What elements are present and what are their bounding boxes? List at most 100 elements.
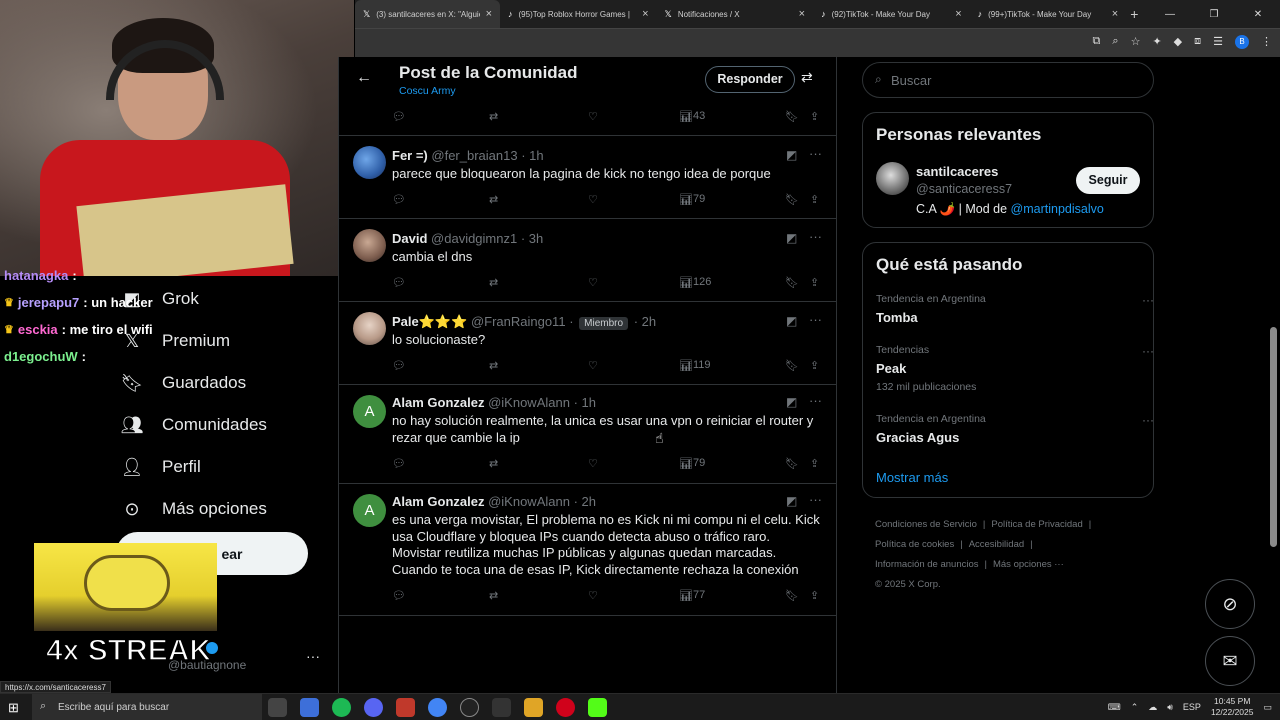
footer-link[interactable]: Política de cookies	[875, 539, 954, 550]
extensions-puzzle-icon[interactable]: ⧈	[1194, 35, 1201, 49]
views-count[interactable]: 📊︎ 79	[679, 193, 705, 206]
opera-icon[interactable]	[556, 698, 575, 717]
notifications-icon[interactable]: ▭	[1263, 702, 1272, 713]
close-tab-icon[interactable]: ×	[486, 8, 492, 20]
tab-tiktok-92[interactable]: ♪ (92)TikTok - Make Your Day ×	[813, 0, 970, 28]
more-icon[interactable]: ···	[1142, 413, 1154, 427]
post[interactable]: David @davidgimnz1 · 3h ◩ ··· cambia el …	[339, 219, 836, 302]
grok-fab-icon[interactable]: ⊘	[1205, 579, 1255, 629]
filter-icon[interactable]: ⇄	[801, 69, 813, 86]
taskbar-search[interactable]: ⌕ Escribe aquí para buscar	[32, 694, 262, 720]
task-view-icon[interactable]	[268, 698, 287, 717]
post-author[interactable]: Pale⭐⭐⭐ @FranRaingo11 · Miembro · 2h	[392, 314, 656, 330]
tab-tiktok-99[interactable]: ♪ (99+)TikTok - Make Your Day ×	[970, 0, 1127, 28]
post-author[interactable]: Alam Gonzalez @iKnowAlann · 2h	[392, 494, 596, 509]
post-author[interactable]: David @davidgimnz1 · 3h	[392, 231, 543, 246]
new-tab-button[interactable]: +	[1130, 6, 1148, 22]
tab-notificaciones[interactable]: 𝕏 Notificaciones / X ×	[657, 0, 814, 28]
more-icon[interactable]: ···	[1142, 293, 1154, 307]
kick-icon[interactable]	[588, 698, 607, 717]
repost-icon[interactable]: ⇄	[489, 276, 498, 289]
close-tab-icon[interactable]: ×	[642, 8, 648, 20]
extension-icon[interactable]: ✦	[1152, 35, 1161, 49]
bio-mention-link[interactable]: @martinpdisalvo	[1011, 202, 1104, 216]
more-icon[interactable]: ···	[809, 146, 822, 161]
trend-item[interactable]: Tendencia en Argentina Gracias Agus ···	[876, 413, 1154, 445]
grok-icon[interactable]: ◩	[786, 395, 797, 409]
star-icon[interactable]: ☆	[1131, 35, 1141, 49]
spotify-icon[interactable]	[332, 698, 351, 717]
bookmark-icon[interactable]: 🔖︎	[785, 276, 799, 289]
file-explorer-icon[interactable]	[524, 698, 543, 717]
roblox-icon[interactable]	[492, 698, 511, 717]
nav-perfil[interactable]: 👤︎ Perfil	[120, 446, 340, 488]
reply-icon[interactable]: 💬︎	[392, 457, 406, 470]
more-icon[interactable]: ···	[809, 492, 822, 507]
bookmark-icon[interactable]: 🔖︎	[785, 193, 799, 206]
zoom-icon[interactable]: ⌕	[1112, 35, 1118, 49]
avatar[interactable]	[353, 229, 386, 262]
avatar[interactable]: A	[353, 395, 386, 428]
avatar[interactable]	[353, 312, 386, 345]
like-icon[interactable]: ♡	[588, 276, 598, 289]
close-window-icon[interactable]: ✕	[1236, 9, 1280, 20]
reply-icon[interactable]: 💬︎	[392, 359, 406, 372]
grok-icon[interactable]: ◩	[786, 231, 797, 245]
reply-icon[interactable]: 💬︎	[392, 589, 406, 602]
clock[interactable]: 10:45 PM 12/22/2025	[1211, 696, 1254, 718]
views-count[interactable]: 📊︎ 119	[679, 359, 711, 372]
scrollbar[interactable]	[1267, 57, 1280, 693]
trend-item[interactable]: Tendencias Peak 132 mil publicaciones ··…	[876, 344, 1154, 393]
repost-icon[interactable]: ⇄	[489, 110, 498, 123]
more-icon[interactable]: ···	[809, 229, 822, 244]
nav-comunidades[interactable]: 👥︎ Comunidades	[120, 404, 340, 446]
like-icon[interactable]: ♡	[588, 359, 598, 372]
like-icon[interactable]: ♡	[588, 457, 598, 470]
like-icon[interactable]: ♡	[588, 110, 598, 123]
windows-start-icon[interactable]: ⊞	[8, 700, 19, 716]
repost-icon[interactable]: ⇄	[489, 193, 498, 206]
tab-roblox[interactable]: ♪ (95)Top Roblox Horror Games | ×	[500, 0, 657, 28]
footer-link[interactable]: Más opciones ···	[993, 559, 1064, 570]
search-box[interactable]: ⌕ Buscar	[862, 62, 1154, 98]
close-tab-icon[interactable]: ×	[1112, 8, 1118, 20]
share-icon[interactable]: ⇪	[810, 457, 819, 470]
discord-icon[interactable]	[364, 698, 383, 717]
footer-link[interactable]: Política de Privacidad	[991, 519, 1082, 530]
network-icon[interactable]: ☁	[1148, 702, 1157, 713]
person-name[interactable]: santilcaceres	[916, 164, 998, 179]
share-icon[interactable]: ⇪	[810, 589, 819, 602]
install-app-icon[interactable]: ⧉	[1093, 35, 1101, 49]
footer-link[interactable]: Condiciones de Servicio	[875, 519, 977, 530]
post[interactable]: Fer =) @fer_braian13 · 1h ◩ ··· parece q…	[339, 136, 836, 219]
reply-icon[interactable]: 💬︎	[392, 276, 406, 289]
views-count[interactable]: 📊︎ 126	[679, 276, 711, 289]
reply-icon[interactable]: 💬︎	[392, 193, 406, 206]
share-icon[interactable]: ⇪	[810, 110, 819, 123]
repost-icon[interactable]: ⇄	[489, 589, 498, 602]
post-author[interactable]: Alam Gonzalez @iKnowAlann · 1h	[392, 395, 596, 410]
share-icon[interactable]: ⇪	[810, 276, 819, 289]
app-icon[interactable]	[396, 698, 415, 717]
views-count[interactable]: 📊︎ 43	[679, 110, 705, 123]
taskbar-search-input[interactable]: Escribe aquí para buscar	[58, 702, 169, 713]
share-icon[interactable]: ⇪	[810, 359, 819, 372]
nav-mas-opciones[interactable]: ⊙ Más opciones	[120, 488, 340, 530]
repost-icon[interactable]: ⇄	[489, 457, 498, 470]
close-tab-icon[interactable]: ×	[955, 8, 961, 20]
obs-icon[interactable]	[460, 698, 479, 717]
back-arrow-icon[interactable]: ←	[356, 69, 372, 87]
like-icon[interactable]: ♡	[588, 589, 598, 602]
views-count[interactable]: 📊︎ 77	[679, 589, 705, 602]
copilot-icon[interactable]	[300, 698, 319, 717]
share-icon[interactable]: ⇪	[810, 193, 819, 206]
profile-avatar[interactable]: B	[1235, 35, 1249, 49]
footer-link[interactable]: Accesibilidad	[969, 539, 1024, 550]
post[interactable]: A Alam Gonzalez @iKnowAlann · 2h ◩ ··· e…	[339, 484, 836, 616]
account-more-icon[interactable]: ···	[306, 648, 320, 664]
chrome-icon[interactable]	[428, 698, 447, 717]
views-count[interactable]: 📊︎ 79	[679, 457, 705, 470]
chevron-up-icon[interactable]: ⌃	[1131, 702, 1139, 713]
volume-icon[interactable]: 🔊︎	[1167, 702, 1173, 713]
footer-link[interactable]: Información de anuncios	[875, 559, 979, 570]
